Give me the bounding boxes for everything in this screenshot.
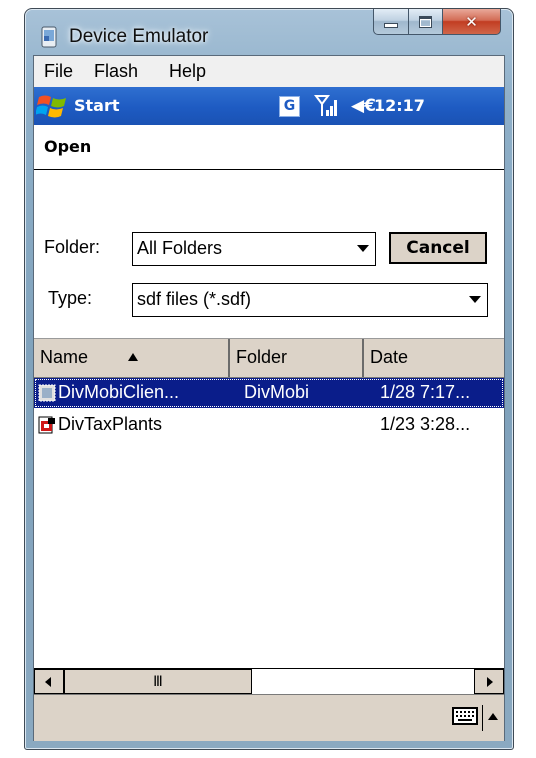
scroll-left-button[interactable] xyxy=(34,669,64,694)
windows-flag-icon[interactable] xyxy=(36,91,68,121)
emulator-window: Device Emulator ✕ File Flash Help Start … xyxy=(24,8,514,750)
maximize-icon xyxy=(419,15,432,28)
file-date: 1/23 3:28... xyxy=(380,414,471,434)
start-bar: Start G ◀€ 12:17 xyxy=(34,87,504,125)
sdf-file-icon xyxy=(38,416,55,434)
caption-buttons: ✕ xyxy=(373,9,501,35)
close-icon: ✕ xyxy=(465,12,478,31)
network-g-icon[interactable]: G xyxy=(279,96,300,117)
menu-bar: File Flash Help xyxy=(34,56,504,88)
column-header-date-label: Date xyxy=(370,347,409,367)
type-label: Type: xyxy=(48,288,93,308)
title-bar[interactable]: Device Emulator ✕ xyxy=(25,9,513,55)
device-emulator-icon xyxy=(41,26,57,48)
volume-icon[interactable]: ◀€ xyxy=(351,96,376,116)
close-button[interactable]: ✕ xyxy=(443,9,501,35)
column-header-name-label: Name xyxy=(40,347,89,367)
file-name: DivTaxPlants xyxy=(58,414,163,434)
type-dropdown-value: sdf files (*.sdf) xyxy=(137,289,252,309)
menu-file[interactable]: File xyxy=(44,61,73,82)
maximize-button[interactable] xyxy=(409,9,443,35)
window-title: Device Emulator xyxy=(69,26,209,47)
minimize-icon xyxy=(384,23,398,28)
clock[interactable]: 12:17 xyxy=(374,96,425,115)
file-folder: DivMobi xyxy=(244,382,310,402)
list-item[interactable]: DivMobiClien... DivMobi 1/28 7:17... xyxy=(34,378,504,408)
emulator-client-area: File Flash Help Start G ◀€ 12:17 Open Fo… xyxy=(33,55,505,741)
folder-dropdown-value: All Folders xyxy=(137,238,223,258)
keyboard-icon[interactable] xyxy=(452,707,478,725)
cancel-button[interactable]: Cancel xyxy=(389,232,487,264)
chevron-down-icon xyxy=(357,245,369,252)
menu-flash[interactable]: Flash xyxy=(94,61,138,82)
minimize-button[interactable] xyxy=(373,9,409,35)
column-header-folder-label: Folder xyxy=(236,347,288,367)
arrow-right-icon xyxy=(487,677,493,687)
input-panel-divider xyxy=(482,705,483,731)
chevron-down-icon xyxy=(469,296,481,303)
scroll-right-button[interactable] xyxy=(474,669,504,694)
column-header-date[interactable]: Date xyxy=(364,339,504,377)
sort-ascending-icon xyxy=(128,353,138,361)
column-header-name[interactable]: Name xyxy=(34,339,230,377)
list-header: Name Folder Date xyxy=(34,338,504,378)
list-item[interactable]: DivTaxPlants 1/23 3:28... xyxy=(34,410,504,440)
dialog-title: Open xyxy=(44,137,92,156)
file-date: 1/28 7:17... xyxy=(380,382,471,402)
signal-strength-icon[interactable] xyxy=(314,94,340,118)
folder-dropdown[interactable]: All Folders xyxy=(132,232,376,266)
input-panel-arrow-icon[interactable] xyxy=(488,713,498,720)
folder-label: Folder: xyxy=(44,237,101,257)
menu-help[interactable]: Help xyxy=(169,61,206,82)
file-name: DivMobiClien... xyxy=(58,382,180,402)
column-header-folder[interactable]: Folder xyxy=(230,339,364,377)
dialog-title-bar: Open xyxy=(34,125,504,170)
horizontal-scrollbar[interactable]: Ⅲ xyxy=(34,668,504,695)
arrow-left-icon xyxy=(45,677,51,687)
database-file-icon xyxy=(38,384,56,402)
type-dropdown[interactable]: sdf files (*.sdf) xyxy=(132,283,488,317)
start-label[interactable]: Start xyxy=(74,96,120,115)
soft-key-bar xyxy=(34,694,504,741)
scroll-thumb[interactable]: Ⅲ xyxy=(64,669,252,694)
